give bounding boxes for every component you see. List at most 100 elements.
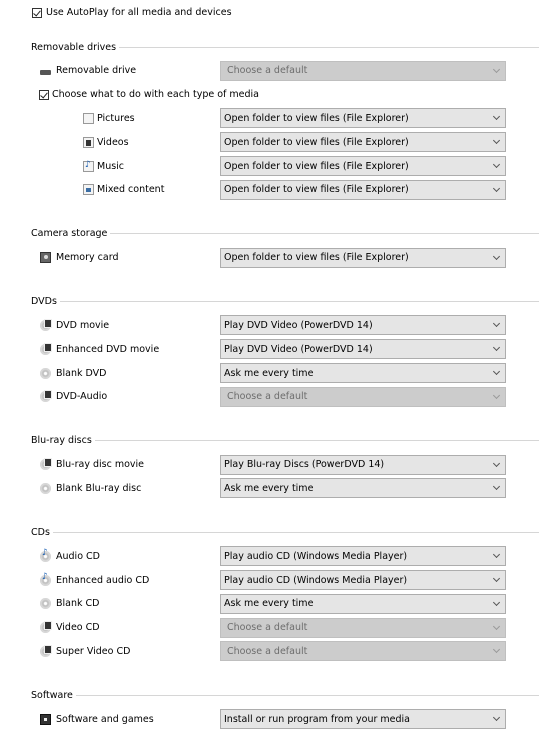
row-label: Music xyxy=(97,160,125,172)
autoplay-checkbox-row[interactable]: Use AutoPlay for all media and devices xyxy=(32,7,232,18)
chevron-down-icon xyxy=(492,113,501,121)
row-removable-drive: Removable drive Choose a default xyxy=(0,59,539,83)
checkbox-label: Choose what to do with each type of medi… xyxy=(52,89,259,101)
action-dropdown[interactable]: Play Blu-ray Discs (PowerDVD 14) xyxy=(220,454,506,475)
action-dropdown[interactable]: Open folder to view files (File Explorer… xyxy=(220,179,506,200)
action-dropdown[interactable]: Open folder to view files (File Explorer… xyxy=(220,132,506,153)
row-blu-ray-disc-movie: Blu-ray disc movie Play Blu-ray Discs (Po… xyxy=(0,453,539,477)
dvd-movie-icon xyxy=(40,621,52,634)
row-enhanced-dvd-movie: Enhanced DVD movie Play DVD Video (PowerD… xyxy=(0,337,539,361)
dropdown-value: Install or run program from your media xyxy=(224,713,410,725)
chevron-down-icon xyxy=(492,65,501,73)
action-dropdown[interactable]: Choose a default xyxy=(220,641,506,662)
row-label: Super Video CD xyxy=(56,645,131,657)
row-dvd-audio: DVD-Audio Choose a default xyxy=(0,385,539,409)
section-cds: CDs Audio CD Play audio CD (Windows Media … xyxy=(0,520,539,663)
action-dropdown[interactable]: Open folder to view files (File Explorer… xyxy=(220,247,506,268)
music-file-icon xyxy=(83,160,94,172)
section-title: Software xyxy=(31,689,73,701)
action-dropdown[interactable]: Choose a default xyxy=(220,60,506,81)
autoplay-checkbox[interactable] xyxy=(32,7,42,18)
row-software-and-games: Software and games Install or run program… xyxy=(0,707,539,731)
dropdown-value: Choose a default xyxy=(227,645,308,657)
chevron-down-icon xyxy=(492,598,501,606)
divider xyxy=(52,531,539,533)
section-software: Software Software and games Install or run… xyxy=(0,683,539,731)
chevron-down-icon xyxy=(492,575,501,583)
section-blu-ray-discs: Blu-ray discs Blu-ray disc movie Play Blu-… xyxy=(0,429,539,501)
dropdown-value: Open folder to view files (File Explorer… xyxy=(224,160,409,172)
row-label: Pictures xyxy=(97,112,135,124)
action-dropdown[interactable]: Play audio CD (Windows Media Player) xyxy=(220,570,506,591)
dropdown-value: Play Blu-ray Discs (PowerDVD 14) xyxy=(224,459,385,471)
dropdown-value: Ask me every time xyxy=(224,367,314,379)
chevron-down-icon xyxy=(492,622,501,630)
row-videos: Videos Open folder to view files (File Ex… xyxy=(0,130,539,154)
row-blank-dvd: Blank DVD Ask me every time xyxy=(0,361,539,385)
dropdown-value: Play DVD Video (PowerDVD 14) xyxy=(224,343,373,355)
action-dropdown[interactable]: Play DVD Video (PowerDVD 14) xyxy=(220,315,506,336)
dropdown-value: Play audio CD (Windows Media Player) xyxy=(224,550,408,562)
section-title: Camera storage xyxy=(31,228,108,240)
row-label: Blank DVD xyxy=(56,367,107,379)
section-header: Blu-ray discs xyxy=(0,429,539,453)
row-choose-what-to-do-with-each-type-of-media[interactable]: Choose what to do with each type of medi… xyxy=(0,83,539,107)
action-dropdown[interactable]: Play audio CD (Windows Media Player) xyxy=(220,546,506,567)
dvd-movie-icon xyxy=(40,644,52,657)
divider xyxy=(110,233,539,235)
section-camera-storage: Camera storage Memory card Open folder to … xyxy=(0,222,539,270)
action-dropdown[interactable]: Open folder to view files (File Explorer… xyxy=(220,156,506,177)
media-type-checkbox[interactable] xyxy=(39,89,49,100)
action-dropdown[interactable]: Install or run program from your media xyxy=(220,709,506,730)
section-title: DVDs xyxy=(31,296,57,308)
chevron-down-icon xyxy=(492,161,501,169)
divider xyxy=(59,301,539,303)
row-label: DVD-Audio xyxy=(56,391,108,403)
dvd-movie-icon xyxy=(40,390,52,403)
section-header: Software xyxy=(0,683,539,707)
blank-disc-icon xyxy=(40,598,51,610)
chevron-down-icon xyxy=(492,320,501,328)
video-file-icon xyxy=(83,136,94,148)
drive-icon xyxy=(40,69,51,75)
dropdown-value: Open folder to view files (File Explorer… xyxy=(224,184,409,196)
dvd-movie-icon xyxy=(40,318,52,331)
chevron-down-icon xyxy=(492,483,501,491)
action-dropdown[interactable]: Ask me every time xyxy=(220,478,506,499)
row-label: Memory card xyxy=(56,252,119,264)
row-blank-cd: Blank CD Ask me every time xyxy=(0,592,539,616)
action-dropdown[interactable]: Open folder to view files (File Explorer… xyxy=(220,108,506,129)
dropdown-value: Play audio CD (Windows Media Player) xyxy=(224,574,408,586)
action-dropdown[interactable]: Play DVD Video (PowerDVD 14) xyxy=(220,339,506,360)
memory-card-icon xyxy=(40,252,51,264)
row-label: Software and games xyxy=(56,713,154,725)
row-label: Videos xyxy=(97,136,129,148)
action-dropdown[interactable]: Choose a default xyxy=(220,617,506,638)
autoplay-sections: Removable drives Removable drive Choose a … xyxy=(0,35,539,751)
chevron-down-icon xyxy=(492,551,501,559)
dropdown-value: Ask me every time xyxy=(224,482,314,494)
divider xyxy=(75,694,539,696)
row-pictures: Pictures Open folder to view files (File … xyxy=(0,107,539,131)
action-dropdown[interactable]: Ask me every time xyxy=(220,363,506,384)
row-label: DVD movie xyxy=(56,319,110,331)
picture-file-icon xyxy=(83,112,94,124)
action-dropdown[interactable]: Ask me every time xyxy=(220,593,506,614)
divider xyxy=(119,46,539,48)
action-dropdown[interactable]: Choose a default xyxy=(220,386,506,407)
mixed-file-icon xyxy=(83,184,94,196)
dropdown-value: Choose a default xyxy=(227,65,308,77)
dropdown-value: Choose a default xyxy=(227,391,308,403)
divider xyxy=(94,440,539,442)
row-dvd-movie: DVD movie Play DVD Video (PowerDVD 14) xyxy=(0,314,539,338)
section-header: DVDs xyxy=(0,290,539,314)
row-blank-blu-ray-disc: Blank Blu-ray disc Ask me every time xyxy=(0,477,539,501)
chevron-down-icon xyxy=(492,646,501,654)
chevron-down-icon xyxy=(492,137,501,145)
row-video-cd: Video CD Choose a default xyxy=(0,616,539,640)
dropdown-value: Open folder to view files (File Explorer… xyxy=(224,252,409,264)
row-label: Blank CD xyxy=(56,598,100,610)
chevron-down-icon xyxy=(492,714,501,722)
row-label: Video CD xyxy=(56,622,100,634)
dvd-movie-icon xyxy=(40,342,52,355)
